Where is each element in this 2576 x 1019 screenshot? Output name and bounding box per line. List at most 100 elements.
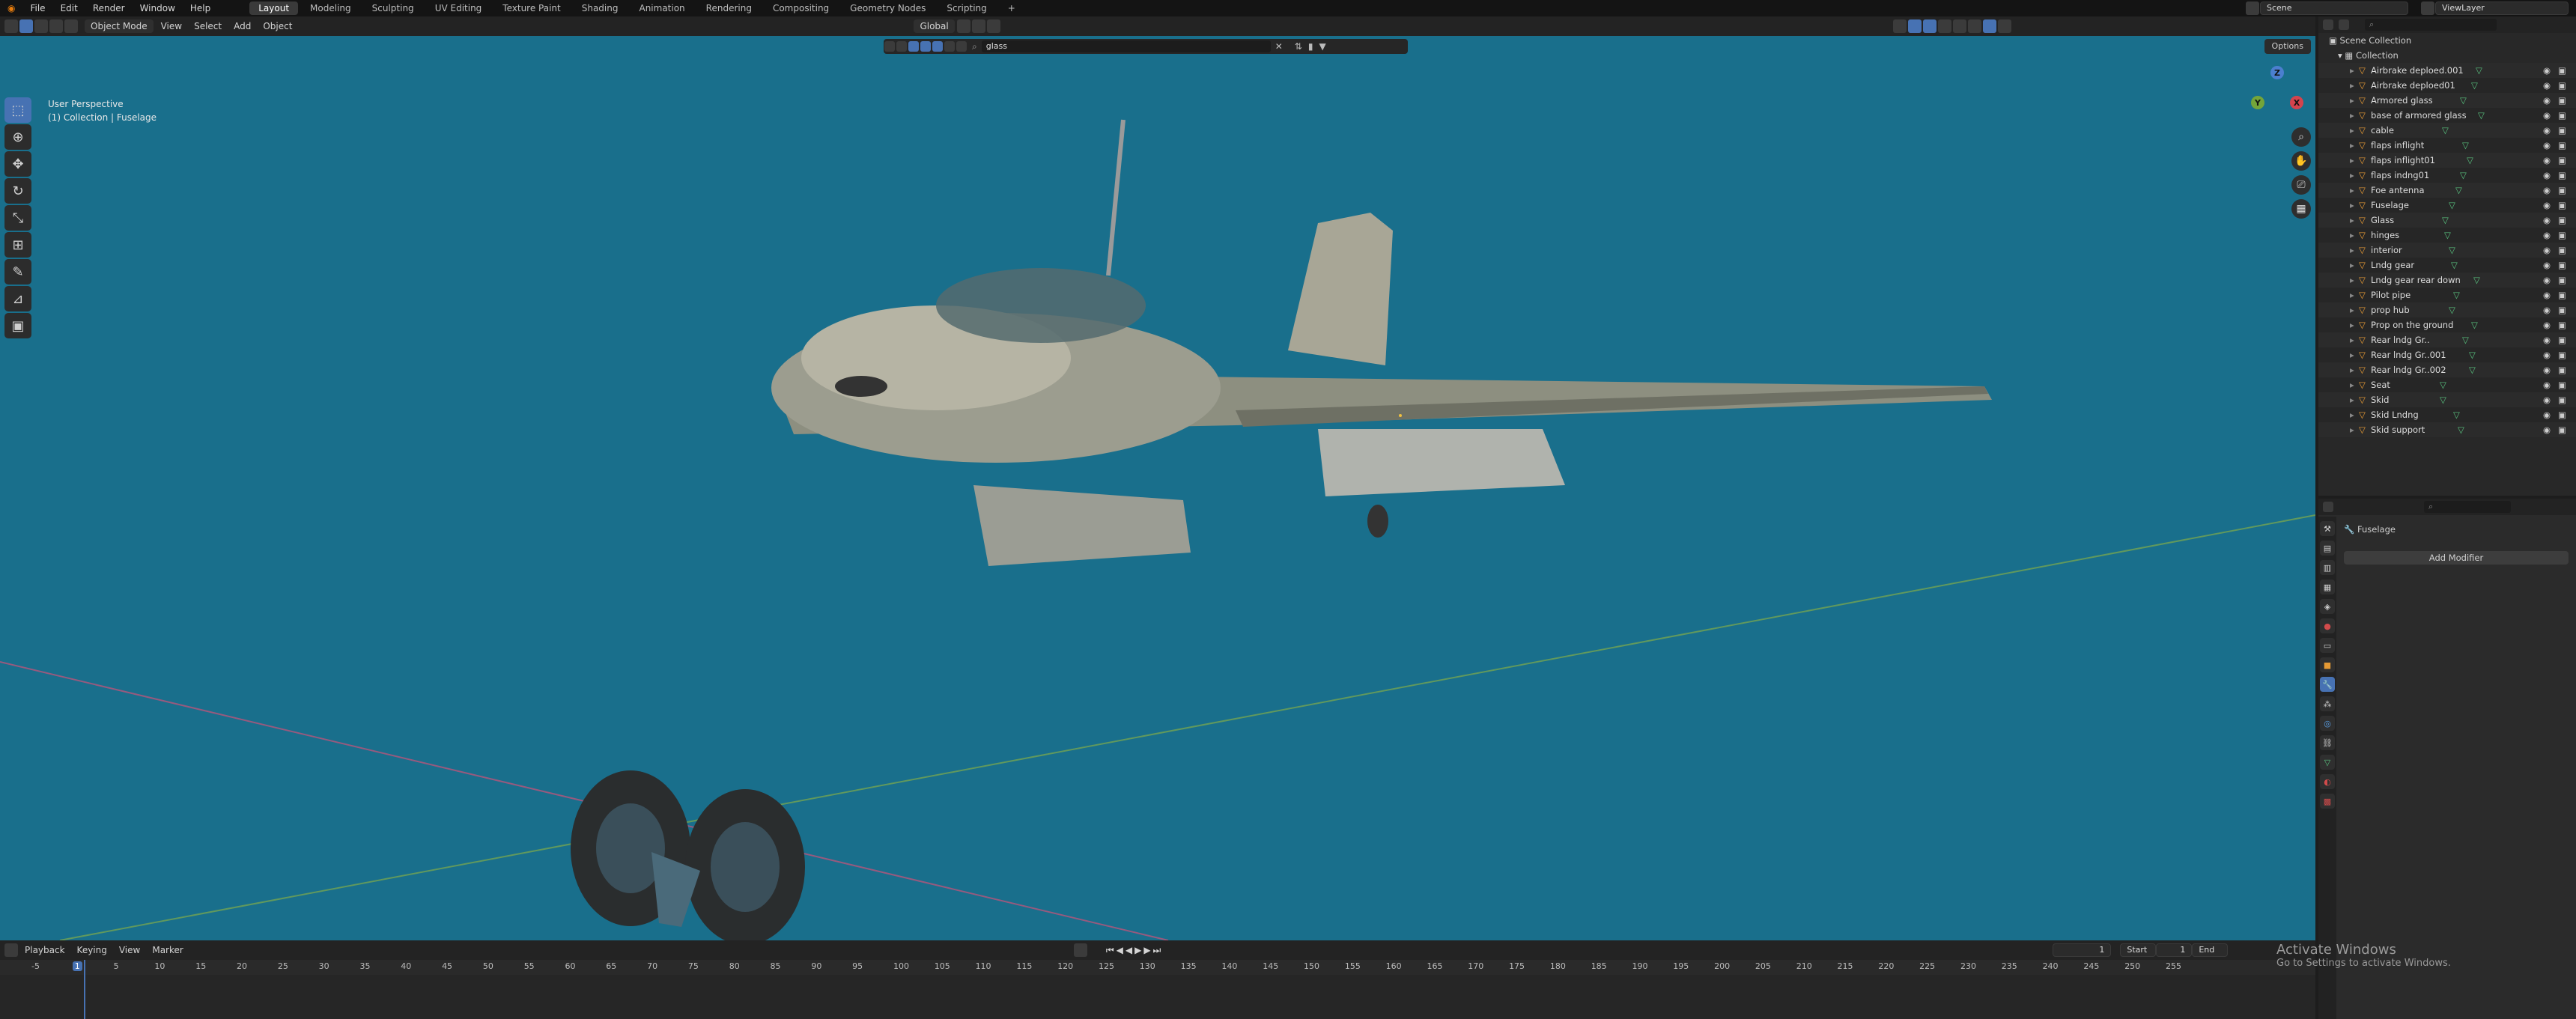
- render-camera-icon[interactable]: ▣: [2558, 407, 2566, 422]
- render-camera-icon[interactable]: ▣: [2558, 258, 2566, 273]
- camera-view-icon[interactable]: ⎚: [2291, 175, 2311, 195]
- timeline-view-menu[interactable]: View: [113, 943, 146, 957]
- visibility-eye-icon[interactable]: ◉: [2543, 407, 2551, 422]
- blender-logo-icon[interactable]: ◉: [0, 0, 22, 16]
- timeline-editor-icon[interactable]: [4, 943, 18, 957]
- outliner-item[interactable]: ▸ ▽ cable ▽ ◉ ▣: [2318, 123, 2576, 138]
- measure-tool-icon[interactable]: ⊿: [4, 286, 31, 311]
- timeline-keying-menu[interactable]: Keying: [71, 943, 113, 957]
- expand-arrow-icon[interactable]: ▸: [2350, 362, 2354, 377]
- visibility-eye-icon[interactable]: ◉: [2543, 273, 2551, 288]
- expand-arrow-icon[interactable]: ▸: [2350, 153, 2354, 168]
- object-tab-icon[interactable]: ■: [2320, 657, 2335, 672]
- tab-texture-paint[interactable]: Texture Paint: [493, 1, 569, 15]
- expand-arrow-icon[interactable]: ▸: [2350, 258, 2354, 273]
- expand-arrow-icon[interactable]: ▸: [2350, 317, 2354, 332]
- render-camera-icon[interactable]: ▣: [2558, 317, 2566, 332]
- viewport-menu-add[interactable]: Add: [228, 19, 257, 33]
- outliner-item[interactable]: ▸ ▽ Skid ▽ ◉ ▣: [2318, 392, 2576, 407]
- view-layer-tab-icon[interactable]: ▦: [2320, 580, 2335, 594]
- select-box-icon[interactable]: [19, 19, 33, 33]
- expand-arrow-icon[interactable]: ▸: [2350, 198, 2354, 213]
- render-camera-icon[interactable]: ▣: [2558, 377, 2566, 392]
- expand-arrow-icon[interactable]: ▸: [2350, 288, 2354, 302]
- properties-editor-icon[interactable]: [2323, 502, 2333, 512]
- gizmo-y-axis[interactable]: Y: [2251, 96, 2264, 109]
- visibility-eye-icon[interactable]: ◉: [2543, 332, 2551, 347]
- expand-arrow-icon[interactable]: ▸: [2350, 302, 2354, 317]
- visibility-eye-icon[interactable]: ◉: [2543, 243, 2551, 258]
- outliner-item[interactable]: ▸ ▽ Glass ▽ ◉ ▣: [2318, 213, 2576, 228]
- modifier-tab-icon[interactable]: 🔧: [2320, 677, 2335, 692]
- outliner-item[interactable]: ▸ ▽ Lndg gear ▽ ◉ ▣: [2318, 258, 2576, 273]
- scene-icon[interactable]: [2246, 1, 2259, 15]
- visibility-eye-icon[interactable]: ◉: [2543, 123, 2551, 138]
- outliner-item[interactable]: ▸ ▽ flaps indng01 ▽ ◉ ▣: [2318, 168, 2576, 183]
- tab-uv-editing[interactable]: UV Editing: [426, 1, 491, 15]
- outliner-item[interactable]: ▸ ▽ Pilot pipe ▽ ◉ ▣: [2318, 288, 2576, 302]
- physics-tab-icon[interactable]: ◎: [2320, 716, 2335, 731]
- expand-arrow-icon[interactable]: ▸: [2350, 138, 2354, 153]
- outliner-item[interactable]: ▸ ▽ Foe antenna ▽ ◉ ▣: [2318, 183, 2576, 198]
- view-layer-field[interactable]: ViewLayer: [2435, 1, 2569, 15]
- menu-file[interactable]: File: [22, 0, 52, 16]
- output-tab-icon[interactable]: ▥: [2320, 560, 2335, 575]
- render-camera-icon[interactable]: ▣: [2558, 138, 2566, 153]
- menu-edit[interactable]: Edit: [53, 0, 85, 16]
- visibility-eye-icon[interactable]: ◉: [2543, 198, 2551, 213]
- render-camera-icon[interactable]: ▣: [2558, 362, 2566, 377]
- render-camera-icon[interactable]: ▣: [2558, 228, 2566, 243]
- outliner-item[interactable]: ▸ ▽ Rear lndg Gr..001 ▽ ◉ ▣: [2318, 347, 2576, 362]
- properties-search-input[interactable]: ⌕: [2424, 501, 2511, 513]
- visibility-eye-icon[interactable]: ◉: [2543, 183, 2551, 198]
- render-camera-icon[interactable]: ▣: [2558, 108, 2566, 123]
- outliner-item[interactable]: ▸ ▽ Airbrake deploed.001 ▽ ◉ ▣: [2318, 63, 2576, 78]
- select-extend-icon[interactable]: [34, 19, 48, 33]
- viewport-menu-select[interactable]: Select: [188, 19, 228, 33]
- scene-tab-icon[interactable]: ◈: [2320, 599, 2335, 614]
- shading-material-icon[interactable]: [1982, 19, 1996, 33]
- tab-geometry-nodes[interactable]: Geometry Nodes: [841, 1, 935, 15]
- display-mode-icon[interactable]: [2339, 19, 2349, 30]
- expand-arrow-icon[interactable]: ▸: [2350, 377, 2354, 392]
- visibility-eye-icon[interactable]: ◉: [2543, 138, 2551, 153]
- add-cube-tool-icon[interactable]: ▣: [4, 313, 31, 338]
- visibility-eye-icon[interactable]: ◉: [2543, 302, 2551, 317]
- select-subtract-icon[interactable]: [49, 19, 63, 33]
- outliner-item[interactable]: ▸ ▽ Rear lndg Gr.. ▽ ◉ ▣: [2318, 332, 2576, 347]
- timeline-playback-menu[interactable]: Playback: [19, 943, 71, 957]
- render-camera-icon[interactable]: ▣: [2558, 168, 2566, 183]
- expand-arrow-icon[interactable]: ▸: [2350, 273, 2354, 288]
- outliner-editor-icon[interactable]: [2323, 19, 2333, 30]
- tool-tab-icon[interactable]: ⚒: [2320, 521, 2335, 536]
- visibility-eye-icon[interactable]: ◉: [2543, 258, 2551, 273]
- outliner-item[interactable]: ▸ ▽ hinges ▽ ◉ ▣: [2318, 228, 2576, 243]
- expand-arrow-icon[interactable]: ▸: [2350, 407, 2354, 422]
- outliner-item[interactable]: ▸ ▽ Skid support ▽ ◉ ▣: [2318, 422, 2576, 437]
- scale-tool-icon[interactable]: ⤡: [4, 205, 31, 231]
- expand-arrow-icon[interactable]: ▸: [2350, 347, 2354, 362]
- visibility-eye-icon[interactable]: ◉: [2543, 377, 2551, 392]
- navigation-gizmo[interactable]: Z Y X ⌕ ✋ ⎚ ▦: [2244, 60, 2311, 255]
- playhead[interactable]: [84, 960, 85, 1019]
- render-camera-icon[interactable]: ▣: [2558, 198, 2566, 213]
- timeline-marker-menu[interactable]: Marker: [146, 943, 189, 957]
- scene-field[interactable]: Scene: [2260, 1, 2408, 15]
- material-tab-icon[interactable]: ◐: [2320, 774, 2335, 789]
- menu-render[interactable]: Render: [85, 0, 133, 16]
- outliner-item[interactable]: ▸ ▽ flaps inflight ▽ ◉ ▣: [2318, 138, 2576, 153]
- render-camera-icon[interactable]: ▣: [2558, 332, 2566, 347]
- record-icon[interactable]: [1073, 943, 1087, 957]
- proportional-edit-icon[interactable]: [986, 19, 1000, 33]
- expand-arrow-icon[interactable]: ▸: [2350, 392, 2354, 407]
- render-camera-icon[interactable]: ▣: [2558, 123, 2566, 138]
- render-camera-icon[interactable]: ▣: [2558, 213, 2566, 228]
- collection-tab-icon[interactable]: ▭: [2320, 638, 2335, 653]
- shading-wireframe-icon[interactable]: [1952, 19, 1966, 33]
- tab-modeling[interactable]: Modeling: [301, 1, 360, 15]
- tab-layout[interactable]: Layout: [249, 1, 299, 15]
- gizmo-toggle-icon[interactable]: [1907, 19, 1922, 33]
- render-camera-icon[interactable]: ▣: [2558, 243, 2566, 258]
- expand-arrow-icon[interactable]: ▸: [2350, 243, 2354, 258]
- select-tool-icon[interactable]: ⬚: [4, 97, 31, 123]
